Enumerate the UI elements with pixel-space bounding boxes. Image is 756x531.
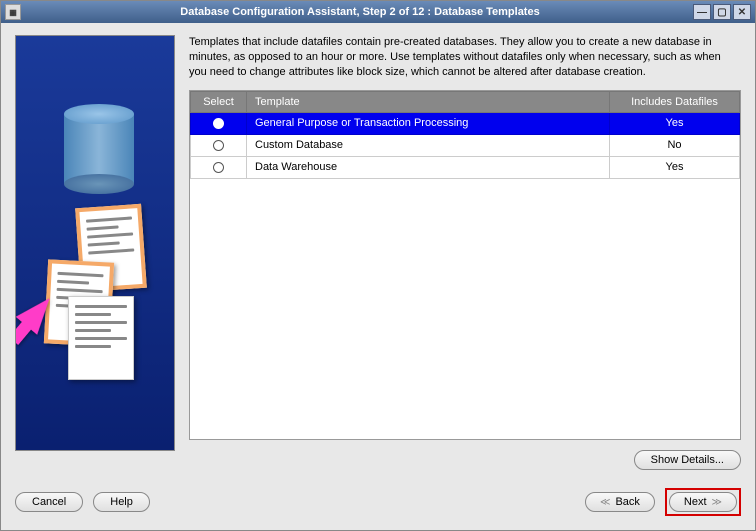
database-cylinder-icon: [64, 104, 134, 184]
show-details-button[interactable]: Show Details...: [634, 450, 741, 470]
back-button[interactable]: ≪ Back: [585, 492, 655, 512]
window-title: Database Configuration Assistant, Step 2…: [27, 6, 693, 18]
table-empty-area: [190, 179, 740, 439]
back-label: Back: [615, 496, 639, 508]
template-radio[interactable]: [213, 140, 224, 151]
template-name: Custom Database: [247, 134, 610, 156]
main-panel: Templates that include datafiles contain…: [189, 35, 741, 474]
template-page-icon: [68, 296, 134, 380]
maximize-button[interactable]: ▢: [713, 4, 731, 20]
col-header-includes: Includes Datafiles: [610, 91, 740, 112]
titlebar: ▦ Database Configuration Assistant, Step…: [1, 1, 755, 23]
templates-table: Select Template Includes Datafiles Gener…: [189, 90, 741, 440]
detail-button-row: Show Details...: [189, 440, 741, 474]
table-row[interactable]: Data Warehouse Yes: [191, 156, 740, 178]
close-button[interactable]: ✕: [733, 4, 751, 20]
next-label: Next: [684, 496, 707, 508]
footer-buttons: Cancel Help ≪ Back Next ≫: [1, 482, 755, 530]
minimize-button[interactable]: —: [693, 4, 711, 20]
wizard-window: ▦ Database Configuration Assistant, Step…: [0, 0, 756, 531]
wizard-illustration: [15, 35, 175, 451]
template-name: General Purpose or Transaction Processin…: [247, 112, 610, 134]
chevron-left-icon: ≪: [600, 497, 610, 508]
includes-datafiles: Yes: [610, 112, 740, 134]
next-button[interactable]: Next ≫: [669, 492, 737, 512]
template-name: Data Warehouse: [247, 156, 610, 178]
template-radio[interactable]: [213, 118, 224, 129]
table-row[interactable]: General Purpose or Transaction Processin…: [191, 112, 740, 134]
template-radio[interactable]: [213, 162, 224, 173]
col-header-select: Select: [191, 91, 247, 112]
chevron-right-icon: ≫: [712, 497, 722, 508]
includes-datafiles: Yes: [610, 156, 740, 178]
col-header-template: Template: [247, 91, 610, 112]
content-area: Templates that include datafiles contain…: [1, 23, 755, 482]
help-button[interactable]: Help: [93, 492, 150, 512]
app-icon: ▦: [5, 4, 21, 20]
cancel-button[interactable]: Cancel: [15, 492, 83, 512]
includes-datafiles: No: [610, 134, 740, 156]
description-text: Templates that include datafiles contain…: [189, 35, 741, 80]
next-highlight-box: Next ≫: [665, 488, 741, 516]
table-row[interactable]: Custom Database No: [191, 134, 740, 156]
